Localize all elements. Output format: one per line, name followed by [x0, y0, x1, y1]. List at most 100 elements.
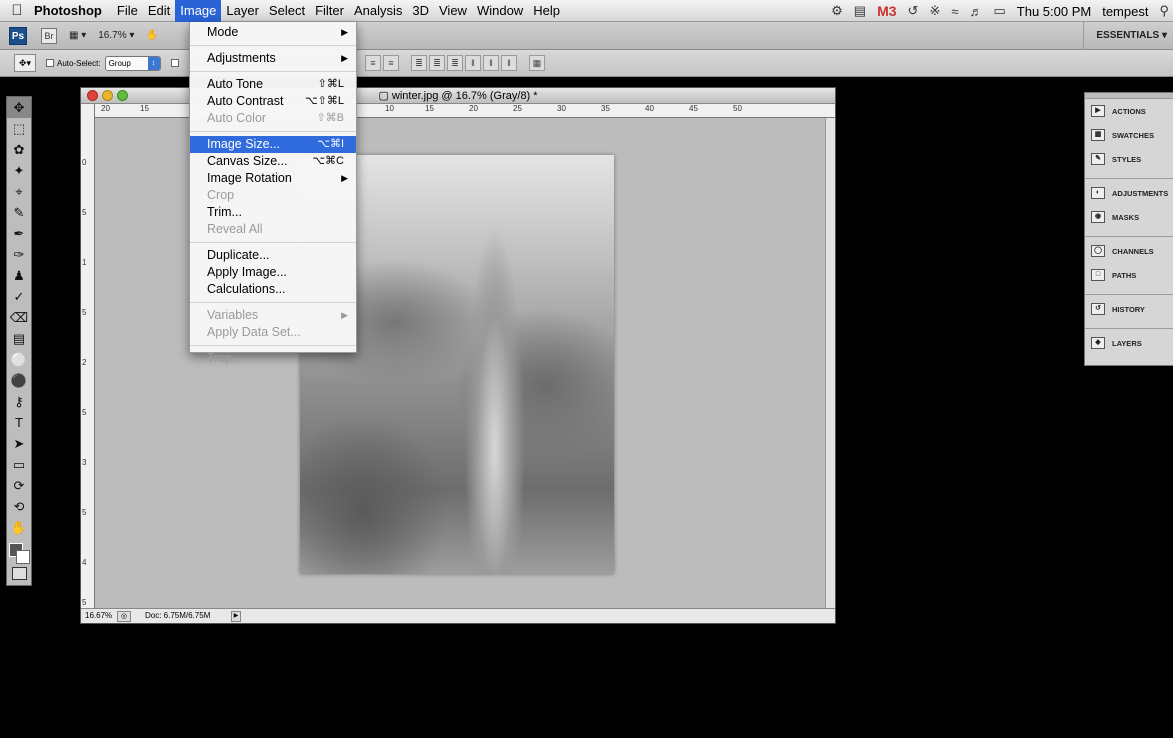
menu-item-image-rotation[interactable]: Image Rotation ▶	[190, 170, 356, 187]
panel-paths[interactable]: □ PATHS	[1085, 263, 1173, 287]
eraser-tool-icon[interactable]: ⌫	[7, 307, 31, 328]
distribute-right-icon[interactable]: ‖	[501, 55, 517, 71]
healing-brush-tool-icon[interactable]: ✒	[7, 223, 31, 244]
vertical-scrollbar[interactable]	[825, 118, 835, 609]
pen-tool-icon[interactable]: ⚷	[7, 391, 31, 412]
bridge-button[interactable]: Br	[41, 27, 57, 44]
menu-view[interactable]: View	[434, 0, 472, 22]
menu-item-auto-contrast[interactable]: Auto Contrast ⌥⇧⌘L	[190, 93, 356, 110]
auto-select-dropdown[interactable]: Group ↕	[104, 55, 161, 71]
status-app-icon[interactable]: ⚙	[831, 3, 843, 19]
menu-analysis[interactable]: Analysis	[349, 0, 407, 22]
blur-tool-icon[interactable]: ⚪	[7, 349, 31, 370]
menu-item-adjustments[interactable]: Adjustments ▶	[190, 50, 356, 67]
calendar-icon[interactable]: ▤	[854, 3, 866, 19]
menu-image[interactable]: Image	[175, 0, 222, 22]
align-left-edges-icon[interactable]: ≡	[365, 55, 381, 71]
distribute-left-icon[interactable]: ‖	[465, 55, 481, 71]
view-extras-dropdown-icon[interactable]: ▦ ▾	[69, 30, 86, 41]
gmail-notifier-icon[interactable]: M3	[877, 3, 896, 19]
battery-icon[interactable]: ▭	[993, 3, 1005, 19]
menu-item-label: Reveal All	[207, 222, 263, 236]
distribute-center-icon[interactable]: ≣	[429, 55, 445, 71]
brush-tool-icon[interactable]: ✑	[7, 244, 31, 265]
panel-masks[interactable]: ◉ MASKS	[1085, 205, 1173, 229]
menu-item-label: Trim...	[207, 205, 242, 219]
menu-3d[interactable]: 3D	[407, 0, 434, 22]
show-transform-controls-checkbox[interactable]	[170, 59, 179, 67]
auto-align-layers-icon[interactable]: ▦	[529, 55, 545, 71]
menu-item-duplicate[interactable]: Duplicate...	[190, 247, 356, 264]
panel-styles[interactable]: ✎ STYLES	[1085, 147, 1173, 171]
clock[interactable]: Thu 5:00 PM	[1017, 4, 1091, 19]
shape-tool-icon[interactable]: ▭	[7, 454, 31, 475]
hand-tool-icon[interactable]: ✋	[7, 517, 31, 538]
time-machine-icon[interactable]: ↺	[908, 3, 919, 19]
paths-icon: □	[1091, 269, 1105, 281]
close-window-icon[interactable]	[87, 90, 98, 101]
hruler-tick: 20	[101, 104, 110, 113]
panel-dock: ▶ ACTIONS ▦ SWATCHES ✎ STYLES ◐ ADJUSTMENTS …	[1084, 92, 1173, 366]
status-zoom-value[interactable]: 16.67%	[81, 609, 117, 623]
panel-history[interactable]: ↺ HISTORY	[1085, 297, 1173, 321]
menu-filter[interactable]: Filter	[310, 0, 349, 22]
spotlight-search-icon[interactable]: ⚲	[1159, 3, 1169, 19]
menu-item-trim[interactable]: Trim...	[190, 204, 356, 221]
apple-menu-icon[interactable]: 	[0, 2, 34, 19]
history-brush-tool-icon[interactable]: ✓	[7, 286, 31, 307]
zoom-window-icon[interactable]	[117, 90, 128, 101]
tool-preset-picker[interactable]: ✥▾	[14, 54, 36, 72]
menu-item-canvas-size[interactable]: Canvas Size... ⌥⌘C	[190, 153, 356, 170]
user-name[interactable]: tempest	[1102, 4, 1148, 19]
volume-icon[interactable]: ♬	[969, 4, 982, 19]
menu-edit[interactable]: Edit	[143, 0, 175, 22]
distribute-top-icon[interactable]: ≣	[411, 55, 427, 71]
move-tool-icon[interactable]: ✥	[7, 97, 31, 118]
gradient-tool-icon[interactable]: ▤	[7, 328, 31, 349]
lasso-tool-icon[interactable]: ✿	[7, 139, 31, 160]
panel-channels[interactable]: ◯ CHANNELS	[1085, 239, 1173, 263]
menu-file[interactable]: File	[112, 0, 143, 22]
workspace-switcher[interactable]: ESSENTIALS ▾	[1083, 22, 1167, 50]
menu-layer[interactable]: Layer	[221, 0, 264, 22]
3d-orbit-tool-icon[interactable]: ⟲	[7, 496, 31, 517]
status-preview-icon[interactable]: ◎	[117, 610, 131, 622]
panel-actions[interactable]: ▶ ACTIONS	[1085, 99, 1173, 123]
wifi-icon[interactable]: ≈	[951, 4, 958, 19]
path-selection-tool-icon[interactable]: ➤	[7, 433, 31, 454]
bluetooth-icon[interactable]: ※	[929, 3, 940, 19]
panel-adjustments[interactable]: ◐ ADJUSTMENTS	[1085, 181, 1173, 205]
menu-item-image-size[interactable]: Image Size... ⌥⌘I	[190, 136, 356, 153]
panel-swatches[interactable]: ▦ SWATCHES	[1085, 123, 1173, 147]
minimize-window-icon[interactable]	[102, 90, 113, 101]
vertical-ruler[interactable]: 0 5 1 5 2 5 3 5 4 5	[81, 104, 95, 609]
type-tool-icon[interactable]: T	[7, 412, 31, 433]
quick-mask-icon[interactable]	[12, 567, 27, 580]
clone-stamp-tool-icon[interactable]: ♟	[7, 265, 31, 286]
distribute-bottom-icon[interactable]: ≣	[447, 55, 463, 71]
panel-layers[interactable]: ◆ LAYERS	[1085, 331, 1173, 355]
align-horizontal-centers-icon[interactable]: ≡	[383, 55, 399, 71]
background-color-swatch[interactable]	[16, 550, 30, 564]
menu-item-mode[interactable]: Mode ▶	[190, 24, 356, 41]
menu-item-apply-image[interactable]: Apply Image...	[190, 264, 356, 281]
menu-item-calculations[interactable]: Calculations...	[190, 281, 356, 298]
distribute-hcenter-icon[interactable]: ‖	[483, 55, 499, 71]
document-title: winter.jpg @ 16.7% (Gray/8) *	[391, 90, 538, 102]
auto-select-checkbox[interactable]	[46, 59, 54, 67]
eyedropper-tool-icon[interactable]: ✎	[7, 202, 31, 223]
marquee-tool-icon[interactable]: ⬚	[7, 118, 31, 139]
menu-window[interactable]: Window	[472, 0, 528, 22]
crop-tool-icon[interactable]: ⌖	[7, 181, 31, 202]
3d-rotate-tool-icon[interactable]: ⟳	[7, 475, 31, 496]
menu-item-label: Auto Contrast	[207, 94, 284, 108]
menu-select[interactable]: Select	[264, 0, 310, 22]
hand-tool-icon[interactable]: ✋	[146, 30, 158, 41]
menu-help[interactable]: Help	[528, 0, 565, 22]
magic-wand-tool-icon[interactable]: ✦	[7, 160, 31, 181]
app-menu-photoshop[interactable]: Photoshop	[34, 3, 102, 18]
dodge-tool-icon[interactable]: ⚫	[7, 370, 31, 391]
status-menu-arrow-icon[interactable]: ▶	[231, 610, 241, 622]
zoom-level-dropdown[interactable]: 16.7% ▾	[98, 30, 134, 41]
menu-item-auto-tone[interactable]: Auto Tone ⇧⌘L	[190, 76, 356, 93]
